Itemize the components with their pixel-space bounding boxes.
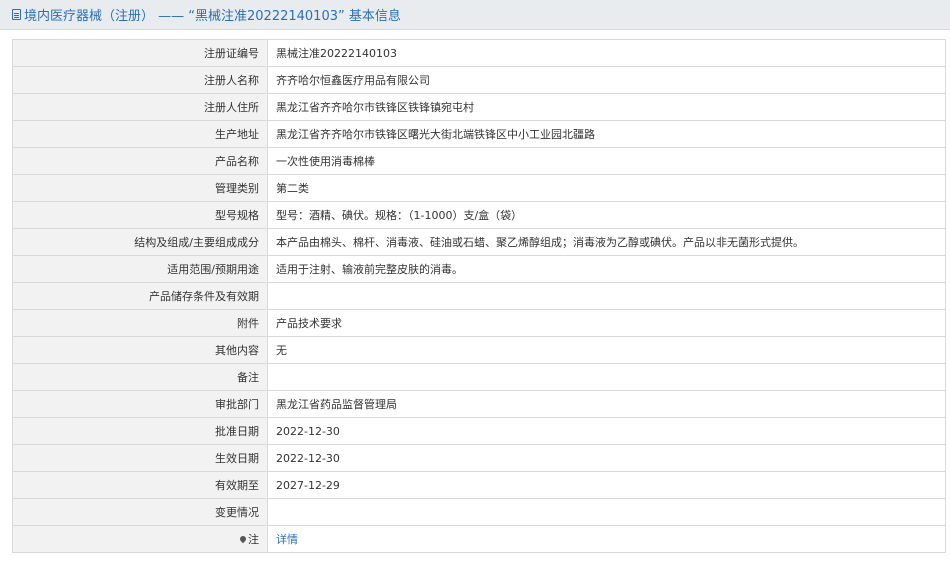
table-row: 结构及组成/主要组成成分 本产品由棉头、棉杆、消毒液、硅油或石蜡、聚乙烯醇组成；… [12,228,946,256]
document-icon [12,9,21,20]
row-label: 备注 [12,363,268,391]
row-label: 适用范围/预期用途 [12,255,268,283]
info-table: 注册证编号 黑械注准20222140103 注册人名称 齐齐哈尔恒鑫医疗用品有限… [12,39,946,553]
info-table-container: 注册证编号 黑械注准20222140103 注册人名称 齐齐哈尔恒鑫医疗用品有限… [12,39,946,553]
table-row: 适用范围/预期用途 适用于注射、输液前完整皮肤的消毒。 [12,255,946,283]
row-label: 附件 [12,309,268,337]
row-value: 2022-12-30 [267,417,946,445]
row-value [267,282,946,310]
table-row: 生产地址 黑龙江省齐齐哈尔市铁锋区曙光大街北端铁锋区中小工业园北疆路 [12,120,946,148]
row-label: 变更情况 [12,498,268,526]
table-row: 注册人住所 黑龙江省齐齐哈尔市铁锋区铁锋镇宛屯村 [12,93,946,121]
table-row: 管理类别 第二类 [12,174,946,202]
table-row: 其他内容 无 [12,336,946,364]
row-value: 黑龙江省齐齐哈尔市铁锋区曙光大街北端铁锋区中小工业园北疆路 [267,120,946,148]
page-title: 境内医疗器械（注册） —— “黑械注准20222140103” 基本信息 [24,9,401,24]
row-value: 齐齐哈尔恒鑫医疗用品有限公司 [267,66,946,94]
row-value: 一次性使用消毒棉棒 [267,147,946,175]
table-row: 批准日期 2022-12-30 [12,417,946,445]
row-label: 结构及组成/主要组成成分 [12,228,268,256]
row-label: 型号规格 [12,201,268,229]
note-row: 注 详情 [12,525,946,553]
row-value: 2027-12-29 [267,471,946,499]
note-label-cell: 注 [12,525,268,553]
row-value: 无 [267,336,946,364]
table-row: 生效日期 2022-12-30 [12,444,946,472]
row-label: 其他内容 [12,336,268,364]
row-label: 批准日期 [12,417,268,445]
table-row: 型号规格 型号：酒精、碘伏。规格：（1-1000）支/盒（袋） [12,201,946,229]
table-row: 产品名称 一次性使用消毒棉棒 [12,147,946,175]
row-value: 黑龙江省齐齐哈尔市铁锋区铁锋镇宛屯村 [267,93,946,121]
table-row: 附件 产品技术要求 [12,309,946,337]
row-label: 生产地址 [12,120,268,148]
details-link[interactable]: 详情 [276,533,298,546]
row-label: 审批部门 [12,390,268,418]
row-label: 注册人名称 [12,66,268,94]
row-value: 黑械注准20222140103 [267,39,946,67]
note-value-cell: 详情 [267,525,946,553]
row-label: 注册人住所 [12,93,268,121]
row-value: 产品技术要求 [267,309,946,337]
row-label: 产品储存条件及有效期 [12,282,268,310]
row-label: 注册证编号 [12,39,268,67]
row-value: 黑龙江省药品监督管理局 [267,390,946,418]
table-row: 注册证编号 黑械注准20222140103 [12,39,946,67]
row-value: 本产品由棉头、棉杆、消毒液、硅油或石蜡、聚乙烯醇组成；消毒液为乙醇或碘伏。产品以… [267,228,946,256]
row-label: 有效期至 [12,471,268,499]
table-row: 审批部门 黑龙江省药品监督管理局 [12,390,946,418]
row-value: 2022-12-30 [267,444,946,472]
note-label: 注 [248,533,259,546]
table-row: 有效期至 2027-12-29 [12,471,946,499]
row-value [267,498,946,526]
row-value [267,363,946,391]
row-label: 生效日期 [12,444,268,472]
table-row: 备注 [12,363,946,391]
table-row: 变更情况 [12,498,946,526]
row-value: 第二类 [267,174,946,202]
row-value: 型号：酒精、碘伏。规格：（1-1000）支/盒（袋） [267,201,946,229]
table-row: 产品储存条件及有效期 [12,282,946,310]
row-label: 产品名称 [12,147,268,175]
row-value: 适用于注射、输液前完整皮肤的消毒。 [267,255,946,283]
table-row: 注册人名称 齐齐哈尔恒鑫医疗用品有限公司 [12,66,946,94]
pin-icon [238,534,248,544]
row-label: 管理类别 [12,174,268,202]
page-title-bar: 境内医疗器械（注册） —— “黑械注准20222140103” 基本信息 [0,0,950,30]
